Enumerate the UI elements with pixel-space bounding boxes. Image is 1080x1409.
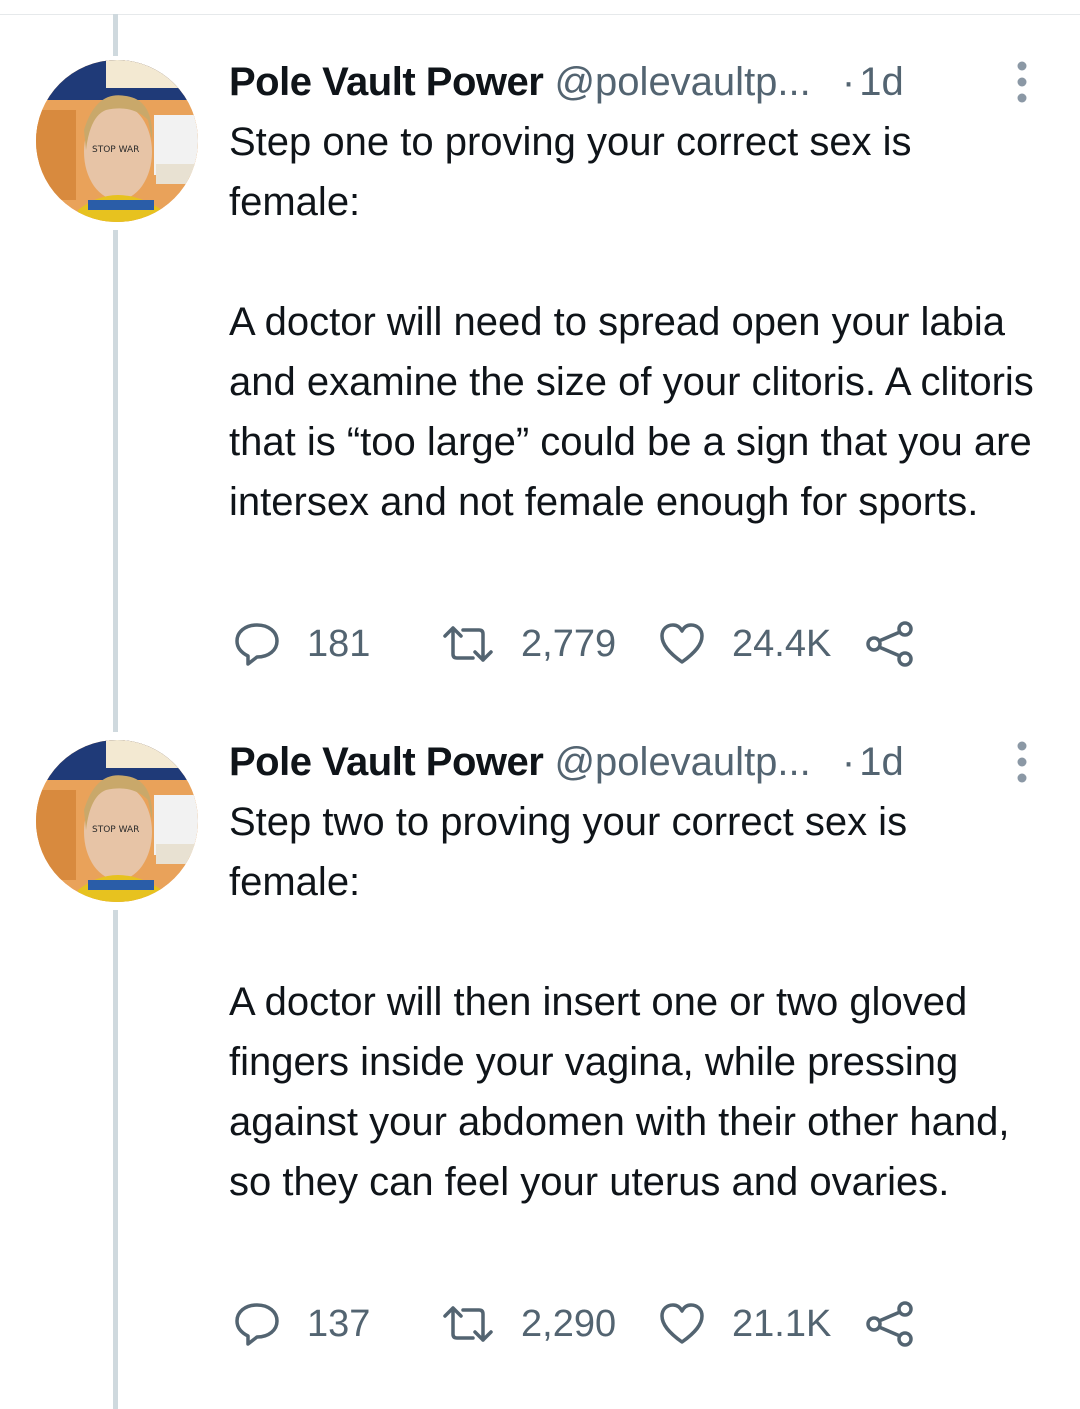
heart-icon: [660, 623, 704, 664]
more-options-icon[interactable]: [1012, 740, 1032, 784]
avatar-image: STOP WAR: [36, 60, 198, 222]
tweet-actions: 181 2,779 24.4K: [233, 614, 953, 674]
tweet-body: Pole Vault Power @polevaultp... · 1d Step…: [229, 54, 1040, 532]
retweet-icon: [443, 626, 493, 662]
timestamp[interactable]: 1d: [859, 60, 904, 104]
retweet-icon: [443, 1306, 493, 1342]
tweet[interactable]: STOP WAR Pole Vault Power @polevaultp...…: [0, 734, 1080, 1409]
timestamp[interactable]: 1d: [859, 740, 904, 784]
reply-count: 181: [307, 622, 371, 665]
tweet-body: Pole Vault Power @polevaultp... · 1d Step…: [229, 734, 1040, 1212]
share-icon: [866, 1301, 913, 1347]
heart-icon: [660, 1303, 704, 1344]
reply-icon: [235, 1303, 279, 1346]
like-count: 24.4K: [732, 622, 832, 665]
tweet[interactable]: STOP WAR Pole Vault Power @polevaultp...…: [0, 54, 1080, 734]
share-icon: [866, 621, 913, 667]
reply-icon: [235, 623, 279, 666]
handle[interactable]: @polevaultp...: [554, 740, 810, 784]
separator-dot: ·: [841, 60, 856, 104]
tweet-header: Pole Vault Power @polevaultp... · 1d: [229, 734, 1040, 790]
display-name[interactable]: Pole Vault Power: [229, 740, 544, 784]
retweet-button[interactable]: 2,779: [441, 614, 616, 674]
tweet-text: Step two to proving your correct sex is …: [229, 800, 1010, 1204]
more-options-icon[interactable]: [1012, 60, 1032, 104]
avatar[interactable]: STOP WAR: [36, 60, 198, 222]
reply-count: 137: [307, 1302, 371, 1345]
avatar-image: STOP WAR: [36, 740, 198, 902]
avatar-sign-text: STOP WAR: [92, 825, 139, 835]
like-button[interactable]: 24.4K: [658, 614, 831, 674]
avatar[interactable]: STOP WAR: [36, 740, 198, 902]
share-button[interactable]: [865, 1294, 941, 1354]
share-button[interactable]: [865, 614, 941, 674]
top-divider: [0, 14, 1080, 15]
reply-button[interactable]: 181: [233, 614, 370, 674]
like-count: 21.1K: [732, 1302, 832, 1345]
avatar-sign-text: STOP WAR: [92, 145, 139, 155]
thread-line-top: [113, 14, 118, 56]
handle[interactable]: @polevaultp...: [554, 60, 810, 104]
tweet-header: Pole Vault Power @polevaultp... · 1d: [229, 54, 1040, 110]
like-button[interactable]: 21.1K: [658, 1294, 831, 1354]
display-name[interactable]: Pole Vault Power: [229, 60, 544, 104]
reply-button[interactable]: 137: [233, 1294, 370, 1354]
retweet-count: 2,290: [521, 1302, 617, 1345]
retweet-count: 2,779: [521, 622, 617, 665]
tweet-text: Step one to proving your correct sex is …: [229, 120, 1034, 524]
retweet-button[interactable]: 2,290: [441, 1294, 616, 1354]
separator-dot: ·: [841, 740, 856, 784]
tweet-actions: 137 2,290 21.1K: [233, 1294, 953, 1354]
